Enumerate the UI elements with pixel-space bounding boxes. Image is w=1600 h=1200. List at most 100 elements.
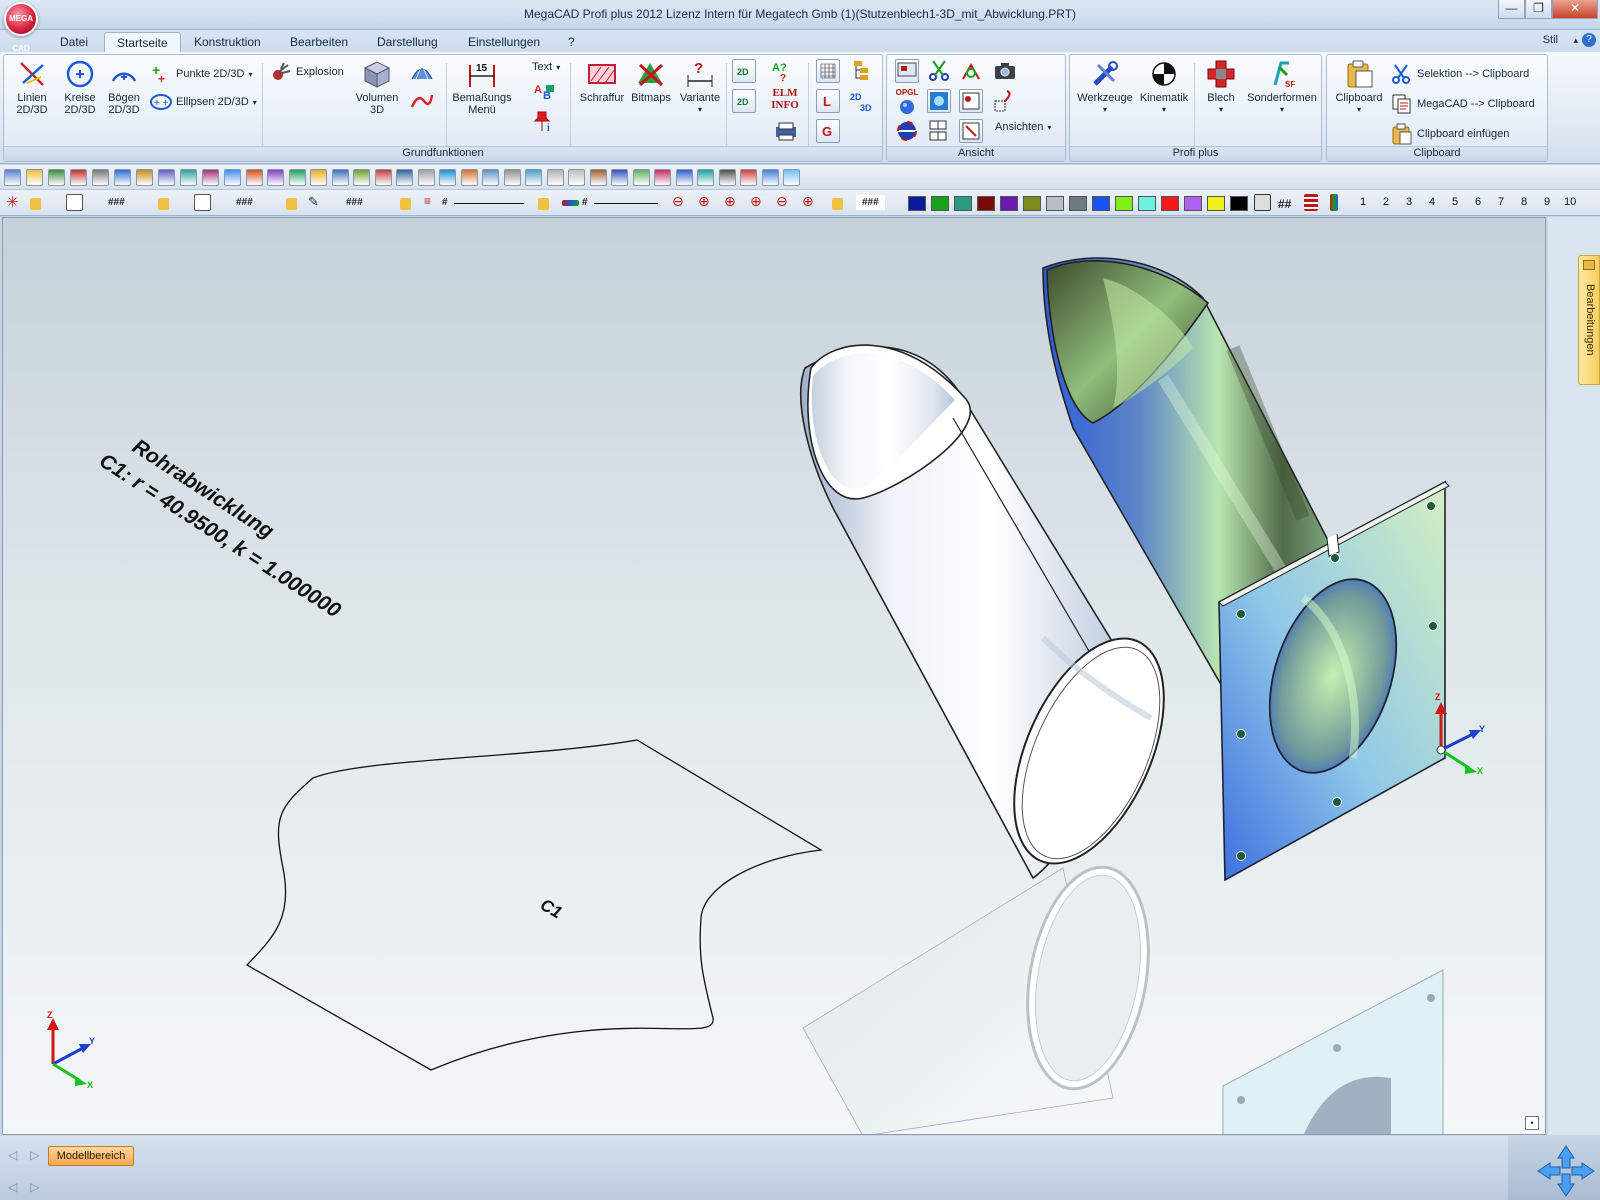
revolve-icon[interactable] — [525, 169, 542, 186]
color-swatch[interactable] — [1207, 196, 1225, 211]
layer-button[interactable]: 1 — [1360, 196, 1366, 208]
lock-icon[interactable] — [158, 198, 169, 210]
lock-icon[interactable] — [832, 198, 843, 210]
volumen-button[interactable]: Volumen 3D — [349, 59, 405, 116]
layout-icon[interactable] — [202, 169, 219, 186]
more-icon[interactable] — [783, 169, 800, 186]
layer-doc-icon[interactable] — [66, 194, 83, 211]
color-swatch[interactable] — [977, 196, 995, 211]
clipboard-button[interactable]: Clipboard ▾ — [1331, 59, 1387, 116]
plot-icon[interactable] — [288, 169, 306, 186]
next-tab-icon[interactable]: ▷ — [30, 1148, 39, 1162]
layer-l-icon[interactable]: L — [816, 89, 840, 113]
layout-view-icon[interactable] — [927, 119, 951, 143]
minimize-button[interactable]: — — [1498, 0, 1525, 19]
zoom-out-icon[interactable]: ⊖ — [672, 194, 689, 211]
field-value-1[interactable]: ### — [108, 197, 125, 208]
bearbeitungen-tab[interactable]: Bearbeitungen — [1578, 255, 1600, 385]
zoom-previous-icon[interactable]: ⊖ — [776, 194, 793, 211]
layer-button[interactable]: 10 — [1564, 196, 1576, 208]
save-icon[interactable] — [70, 169, 87, 186]
import-icon[interactable] — [158, 169, 175, 186]
sonderformen-button[interactable]: SF Sonderformen ▾ — [1244, 59, 1320, 116]
render-ball-icon[interactable] — [895, 119, 919, 143]
undo-icon[interactable] — [245, 169, 263, 186]
snap-icon[interactable]: ✳ — [6, 195, 23, 212]
layer-button[interactable]: 2 — [1383, 196, 1389, 208]
box-icon[interactable] — [460, 169, 478, 186]
sweep-icon[interactable] — [568, 169, 585, 186]
schraffur-button[interactable]: Schraffur — [576, 59, 628, 104]
view-screen-icon[interactable] — [895, 59, 919, 83]
delete-icon[interactable] — [224, 169, 241, 186]
linien-button[interactable]: Linien 2D/3D — [8, 59, 56, 116]
rotate-icon[interactable] — [374, 169, 392, 186]
color-swatch[interactable] — [1000, 196, 1018, 211]
tab-konstruktion[interactable]: Konstruktion — [182, 32, 273, 52]
color-swatch[interactable] — [1023, 196, 1041, 211]
elm-info-button[interactable]: ELM INFO — [768, 87, 802, 111]
tab-bearbeiten[interactable]: Bearbeiten — [278, 32, 360, 52]
tab-einstellungen[interactable]: Einstellungen — [456, 32, 552, 52]
window-view-icon[interactable] — [959, 89, 983, 113]
layer-button[interactable]: 6 — [1475, 196, 1481, 208]
tab-help[interactable]: ? — [556, 32, 587, 52]
zoom-in-icon[interactable]: ⊕ — [750, 194, 767, 211]
move-icon[interactable] — [310, 169, 327, 186]
variante-button[interactable]: ? Variante ▾ — [674, 59, 726, 116]
print-icon[interactable] — [92, 169, 109, 186]
layer-button[interactable]: 5 — [1452, 196, 1458, 208]
mirror-icon[interactable] — [353, 169, 370, 186]
selektion-clipboard-button[interactable]: Selektion --> Clipboard — [1391, 63, 1529, 85]
preview-icon[interactable] — [114, 169, 131, 186]
next-page-icon[interactable]: ▷ — [30, 1180, 39, 1194]
shaded-view-icon[interactable] — [927, 89, 951, 113]
grid-icon[interactable] — [816, 59, 840, 83]
lock-icon[interactable] — [286, 198, 297, 210]
scissors-view-icon[interactable] — [927, 59, 951, 83]
opgl-button[interactable]: OPGL — [893, 87, 921, 119]
color-swatch[interactable] — [1069, 196, 1087, 211]
ellipsen-button[interactable]: + + Ellipsen 2D/3D ▾ — [150, 91, 257, 113]
new-file-icon[interactable] — [26, 169, 43, 186]
prev-tab-icon[interactable]: ◁ — [8, 1148, 17, 1162]
macro-icon[interactable] — [180, 169, 197, 186]
unrolled-contour[interactable] — [245, 739, 823, 1071]
drawing-canvas[interactable]: Rohrabwicklung C1: r = 40.9500, k = 1.00… — [2, 217, 1546, 1135]
blech-button[interactable]: Blech ▾ — [1198, 59, 1244, 116]
ansichten-button[interactable]: Ansichten ▾ — [995, 121, 1051, 133]
cylinder-icon[interactable] — [589, 169, 607, 186]
stretch-icon[interactable] — [417, 169, 435, 186]
loft-icon[interactable] — [546, 169, 564, 186]
open-file-icon[interactable] — [48, 169, 65, 186]
doc-2d-copy-icon[interactable]: 2D — [732, 89, 756, 113]
style-menu[interactable]: Stil — [1543, 34, 1558, 46]
drum-icon[interactable] — [632, 169, 650, 186]
layer-button[interactable]: 4 — [1429, 196, 1435, 208]
surface-icon[interactable] — [410, 59, 434, 83]
explosion-button[interactable]: Explosion — [270, 61, 344, 83]
query-icon[interactable]: A?? — [772, 59, 796, 84]
extrude-icon[interactable] — [503, 169, 521, 186]
printer-icon[interactable] — [774, 119, 798, 143]
sphere-icon[interactable] — [439, 169, 456, 186]
transform-view-icon[interactable] — [959, 59, 983, 83]
camera-icon[interactable] — [993, 59, 1017, 83]
export-icon[interactable] — [136, 169, 153, 186]
clipboard-einfuegen-button[interactable]: Clipboard einfügen — [1391, 123, 1509, 145]
text-style-icon[interactable]: AB — [532, 81, 556, 105]
color-swatch[interactable] — [1092, 196, 1110, 211]
color-swatch[interactable] — [1115, 196, 1133, 211]
line-style-icon[interactable]: ≡ — [424, 194, 441, 211]
color-swatch[interactable] — [908, 196, 926, 211]
caret-icon[interactable]: ▴ — [1573, 33, 1578, 47]
bemassung-button[interactable]: 15 Bemaßungs Menü — [450, 59, 514, 116]
color-picker-icon[interactable] — [1254, 194, 1271, 211]
scale-icon[interactable] — [396, 169, 413, 186]
kreise-button[interactable]: Kreise 2D/3D — [56, 59, 104, 116]
redo-icon[interactable] — [267, 169, 284, 186]
color-swatch[interactable] — [1230, 196, 1248, 211]
lock-icon[interactable] — [30, 198, 41, 210]
zoom-pan-icon[interactable]: ⊕ — [802, 194, 819, 211]
line-type-preview[interactable] — [454, 203, 524, 204]
